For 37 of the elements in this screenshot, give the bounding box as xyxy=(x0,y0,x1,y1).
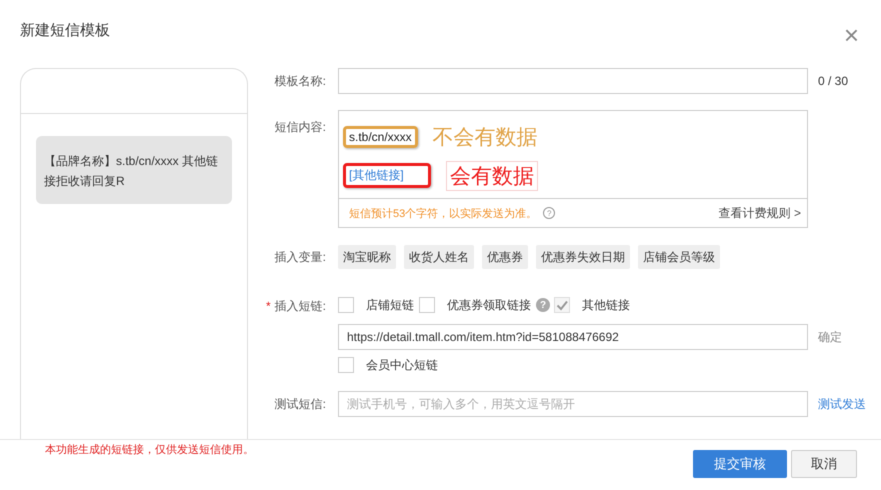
test-send-link[interactable]: 测试发送 xyxy=(818,396,866,412)
field-label: 模板名称: xyxy=(274,74,326,88)
field-label: 插入短链: xyxy=(274,299,326,313)
billing-rules-link[interactable]: 查看计费规则 > xyxy=(718,204,801,222)
variable-chip[interactable]: 店铺会员等级 xyxy=(638,245,720,269)
dialog-title: 新建短信模板 xyxy=(20,20,110,40)
checkbox-label: 其他链接 xyxy=(582,296,630,314)
checkbox-label: 优惠券领取链接 xyxy=(447,296,531,314)
link-token: [其他链接] xyxy=(343,163,431,188)
required-asterisk: * xyxy=(266,299,271,313)
checkbox-label: 会员中心短链 xyxy=(366,356,438,374)
phone-number-input[interactable]: 测试手机号，可输入多个，用英文逗号隔开 xyxy=(338,391,808,417)
variable-chip[interactable]: 淘宝昵称 xyxy=(338,245,396,269)
confirm-link[interactable]: 确定 xyxy=(818,328,842,346)
checkbox-label: 店铺短链 xyxy=(366,296,414,314)
close-button[interactable]: × xyxy=(844,23,859,47)
text-token: s.tb/cn/xxxx xyxy=(343,126,418,148)
variable-chip[interactable]: 优惠券失效日期 xyxy=(536,245,630,269)
notice-text: 本功能生成的短链接，仅供发送短信使用。 xyxy=(45,442,254,458)
field-label: 插入变量: xyxy=(274,250,326,264)
annotation-note: 会有数据 xyxy=(446,160,538,190)
checkbox[interactable] xyxy=(419,297,435,313)
message-preview: 【品牌名称】s.tb/cn/xxxx 其他链接拒收请回复R xyxy=(36,136,232,204)
checkbox[interactable] xyxy=(338,297,354,313)
url-input[interactable]: https://detail.tmall.com/item.htm?id=581088476692 xyxy=(338,324,808,350)
submit-button[interactable]: 提交审核 xyxy=(693,450,787,478)
variable-chip[interactable]: 收货人姓名 xyxy=(404,245,474,269)
estimate-text: 短信预计53个字符，以实际发送为准。 xyxy=(349,206,538,220)
char-counter: 0 / 30 xyxy=(818,74,848,88)
content-editor[interactable]: s.tb/cn/xxxx 不会有数据 [其他链接] 会有数据 短信预计53个字符，以实际发送为准。 ? 查看计费规则 > xyxy=(338,110,808,228)
field-label: 短信内容: xyxy=(274,120,326,134)
cancel-button[interactable]: 取消 xyxy=(791,450,857,478)
variable-chip[interactable]: 优惠券 xyxy=(482,245,528,269)
field-label: 测试短信: xyxy=(274,396,326,410)
annotation-note: 不会有数据 xyxy=(432,124,538,150)
name-input[interactable] xyxy=(338,68,808,94)
checkbox[interactable] xyxy=(338,357,354,373)
